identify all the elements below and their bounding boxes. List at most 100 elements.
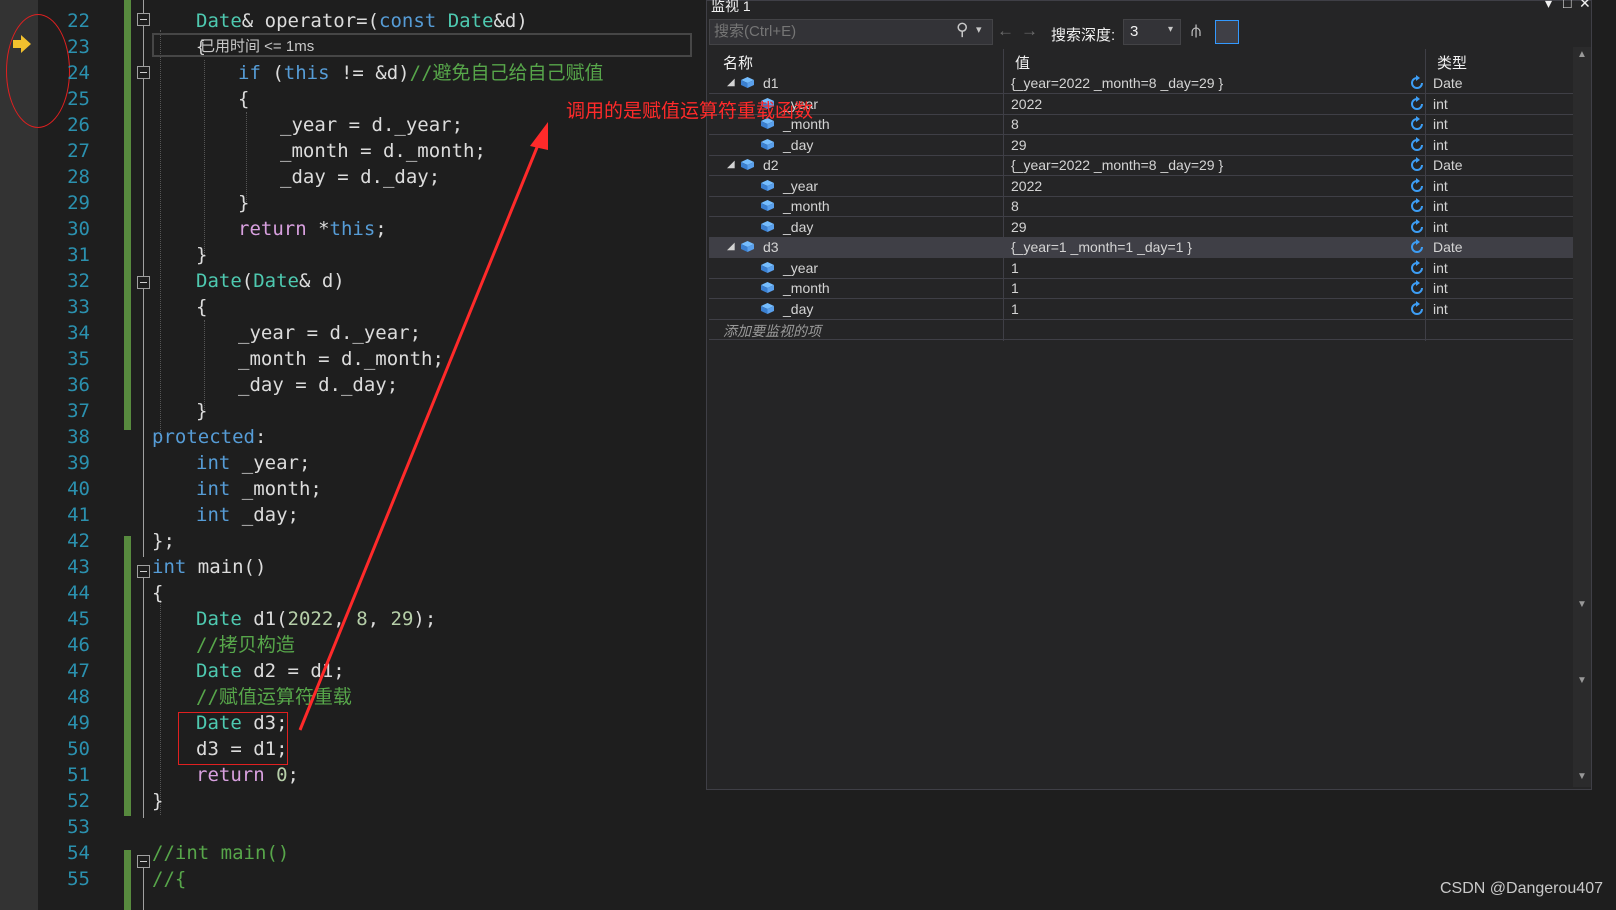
watch-value[interactable]: 2022	[1011, 96, 1042, 112]
refresh-icon[interactable]	[1409, 300, 1425, 317]
code-line[interactable]: _day = d._day;	[280, 164, 440, 190]
collapse-triangle-icon[interactable]: ◢	[727, 77, 735, 88]
dropdown-icon[interactable]: ▾	[1545, 0, 1552, 12]
maximize-icon[interactable]: □	[1563, 0, 1571, 11]
refresh-icon[interactable]	[1409, 75, 1425, 91]
collapse-triangle-icon[interactable]: ◢	[727, 241, 735, 252]
refresh-icon[interactable]	[1409, 177, 1425, 194]
code-line[interactable]: Date d2 = d1;	[196, 658, 345, 684]
watch-value[interactable]: 1	[1011, 260, 1019, 276]
column-header-type[interactable]: 类型	[1437, 52, 1467, 73]
scroll-down-icon[interactable]: ▼	[1577, 771, 1587, 782]
scroll-up-icon[interactable]: ▲	[1577, 49, 1587, 60]
watch-row[interactable]: _year 2022 int	[709, 94, 1575, 115]
code-line[interactable]: return 0;	[196, 762, 299, 788]
watch-window[interactable]: 监视 1 ▾ □ ✕ ⚲ ▾ ← → 搜索深度: 3 ▾ ⫛ 名称 值 类型 ◢…	[706, 0, 1592, 790]
fold-toggle[interactable]	[137, 565, 150, 578]
chevron-down-icon[interactable]: ▾	[976, 23, 982, 36]
watch-row[interactable]: _day 29 int	[709, 217, 1575, 238]
code-line[interactable]: _day = d._day;	[238, 372, 398, 398]
watch-row[interactable]: _month 8 int	[709, 196, 1575, 217]
code-line[interactable]: int _year;	[196, 450, 310, 476]
watch-value[interactable]: {_year=2022 _month=8 _day=29 }	[1011, 75, 1223, 91]
code-line[interactable]: Date(Date& d)	[196, 268, 345, 294]
refresh-icon[interactable]	[1409, 157, 1425, 173]
refresh-icon[interactable]	[1409, 239, 1425, 255]
search-box[interactable]: ⚲ ▾	[709, 19, 993, 45]
code-line[interactable]: int _month;	[196, 476, 322, 502]
fold-toggle[interactable]	[137, 276, 150, 289]
watch-value[interactable]: 29	[1011, 137, 1027, 153]
watch-row[interactable]: _year 1 int	[709, 258, 1575, 279]
code-line[interactable]: {	[238, 86, 249, 112]
code-line[interactable]: Date d1(2022, 8, 29);	[196, 606, 436, 632]
watch-row[interactable]: _month 1 int	[709, 278, 1575, 299]
column-header-name[interactable]: 名称	[723, 52, 753, 73]
code-line[interactable]: }	[152, 788, 163, 814]
watch-row[interactable]: _month 8 int	[709, 114, 1575, 135]
vertical-scrollbar[interactable]: ▲ ▼ ▼ ▼	[1573, 47, 1591, 787]
code-line[interactable]: };	[152, 528, 175, 554]
column-header-value[interactable]: 值	[1015, 52, 1030, 73]
back-arrow-icon[interactable]: ←	[997, 21, 1014, 41]
code-line[interactable]: protected:	[152, 424, 266, 450]
column-separator[interactable]	[1425, 49, 1426, 341]
watch-value[interactable]: 1	[1011, 280, 1019, 296]
fold-toggle[interactable]	[137, 855, 150, 868]
watch-value[interactable]: 2022	[1011, 178, 1042, 194]
refresh-icon[interactable]	[1409, 116, 1425, 132]
refresh-icon[interactable]	[1409, 95, 1425, 112]
code-line[interactable]: Date& operator=(const Date&d)	[196, 8, 528, 34]
filter-pin-icon[interactable]: ⫛	[1191, 21, 1201, 41]
column-separator[interactable]	[1003, 49, 1004, 341]
watch-row[interactable]: _day 1 int	[709, 299, 1575, 320]
code-line[interactable]: _year = d._year;	[280, 112, 463, 138]
refresh-icon[interactable]	[1409, 259, 1425, 276]
add-watch-row[interactable]: 添加要监视的项	[709, 319, 1575, 340]
search-depth-select[interactable]: 3 ▾	[1123, 19, 1181, 45]
watch-value[interactable]: {_year=1 _month=1 _day=1 }	[1011, 239, 1192, 255]
code-line[interactable]: }	[238, 190, 249, 216]
refresh-icon[interactable]	[1409, 280, 1425, 296]
watch-value[interactable]: {_year=2022 _month=8 _day=29 }	[1011, 157, 1223, 173]
perf-tip[interactable]: 已用时间 <= 1ms	[200, 35, 314, 56]
watch-row[interactable]: _year 2022 int	[709, 176, 1575, 197]
code-line[interactable]: return *this;	[238, 216, 387, 242]
code-line[interactable]: {	[196, 294, 207, 320]
search-input[interactable]	[714, 23, 942, 40]
code-line[interactable]: {	[152, 580, 163, 606]
code-line[interactable]: }	[196, 398, 207, 424]
scroll-down-icon[interactable]: ▼	[1577, 675, 1587, 686]
watch-value[interactable]: 8	[1011, 116, 1019, 132]
code-line[interactable]: //{	[152, 866, 186, 892]
code-line[interactable]: //拷贝构造	[196, 632, 295, 658]
watch-value[interactable]: 1	[1011, 301, 1019, 317]
watch-value[interactable]: 29	[1011, 219, 1027, 235]
watch-value[interactable]: 8	[1011, 198, 1019, 214]
code-line[interactable]: int _day;	[196, 502, 299, 528]
scroll-down-icon[interactable]: ▼	[1577, 599, 1587, 610]
code-line[interactable]: //赋值运算符重载	[196, 684, 352, 710]
refresh-icon[interactable]	[1409, 218, 1425, 235]
close-icon[interactable]: ✕	[1579, 0, 1591, 12]
code-line[interactable]: _year = d._year;	[238, 320, 421, 346]
watch-row[interactable]: ◢ d1 {_year=2022 _month=8 _day=29 } Date	[709, 73, 1575, 94]
code-line[interactable]: _month = d._month;	[280, 138, 486, 164]
code-line[interactable]: int main()	[152, 554, 266, 580]
code-line[interactable]: }	[196, 242, 207, 268]
watch-row[interactable]: ◢ d3 {_year=1 _month=1 _day=1 } Date	[709, 237, 1575, 258]
fold-toggle[interactable]	[137, 66, 150, 79]
code-line[interactable]: if (this != &d)//避免自己给自己赋值	[238, 60, 604, 86]
hex-display-icon[interactable]	[1215, 20, 1239, 44]
refresh-icon[interactable]	[1409, 198, 1425, 214]
code-line[interactable]: {	[196, 34, 206, 60]
code-line[interactable]: //int main()	[152, 840, 289, 866]
collapse-triangle-icon[interactable]: ◢	[727, 159, 735, 170]
code-line[interactable]: _month = d._month;	[238, 346, 444, 372]
forward-arrow-icon[interactable]: →	[1021, 21, 1038, 41]
refresh-icon[interactable]	[1409, 136, 1425, 153]
fold-toggle[interactable]	[137, 13, 150, 26]
watch-row[interactable]: _day 29 int	[709, 135, 1575, 156]
search-icon[interactable]: ⚲	[956, 20, 968, 40]
watch-row[interactable]: ◢ d2 {_year=2022 _month=8 _day=29 } Date	[709, 155, 1575, 176]
